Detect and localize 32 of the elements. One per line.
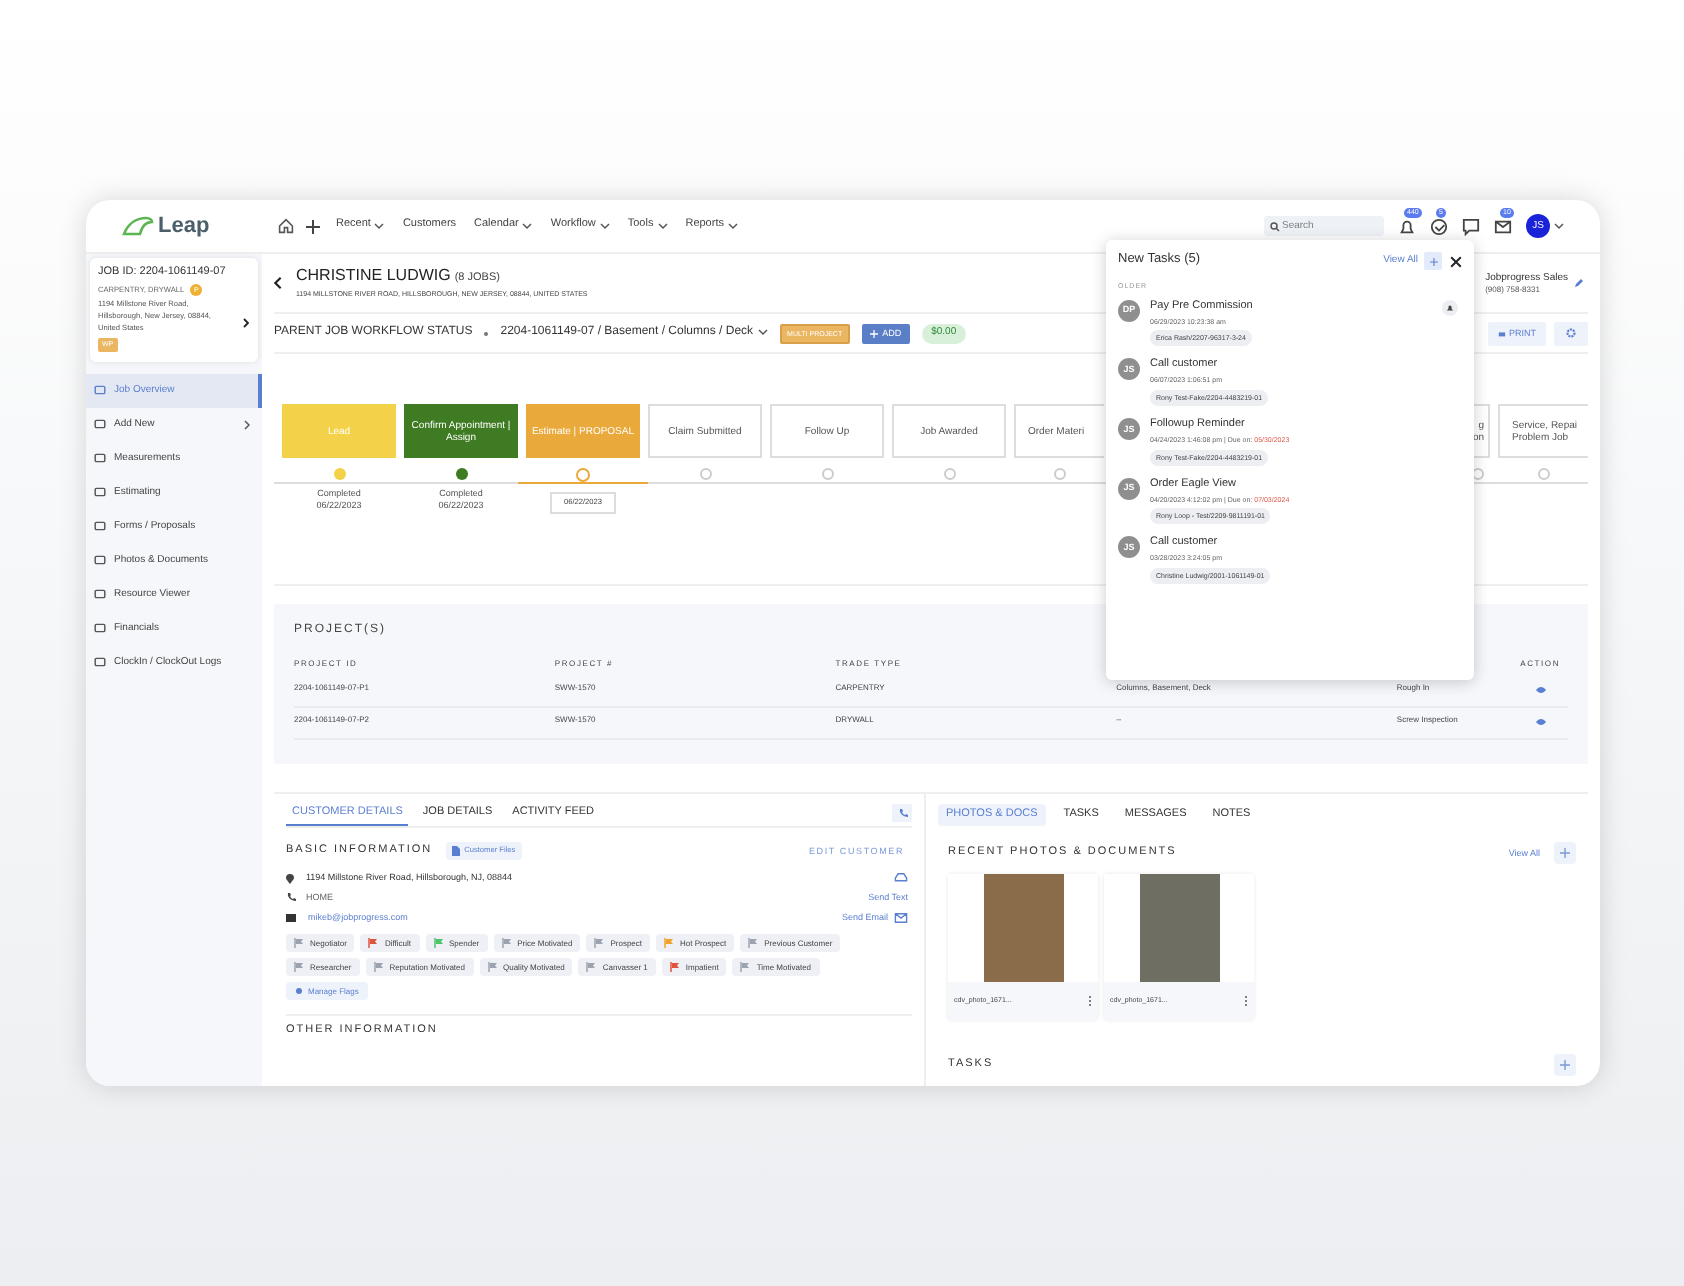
chat-icon[interactable] [1462, 217, 1480, 235]
photo-placeholder [1139, 874, 1219, 982]
add-task-button[interactable] [1554, 1054, 1576, 1076]
chevron-down-icon [522, 221, 533, 230]
chevron-down-icon [727, 221, 738, 230]
chevron-down-icon [374, 221, 385, 230]
logo-text: Leap [158, 211, 210, 241]
home-icon[interactable] [278, 218, 294, 234]
chevron-right-icon[interactable] [242, 318, 250, 328]
phone-icon [897, 808, 907, 818]
call-button[interactable] [892, 804, 912, 822]
chevron-down-icon [1554, 222, 1564, 230]
close-icon[interactable] [1450, 255, 1462, 267]
pencil-icon[interactable] [1574, 278, 1584, 288]
location-pin-icon [286, 873, 294, 883]
chevron-down-icon [757, 328, 768, 337]
customer-name: CHRISTINE LUDWIG [296, 266, 451, 287]
printer-icon [1497, 329, 1505, 337]
chevron-right-icon [244, 419, 250, 430]
chevron-down-icon [599, 221, 610, 230]
file-icon [452, 846, 461, 856]
reminder-button[interactable] [1442, 299, 1458, 316]
current-stage-line [518, 482, 648, 484]
phone-icon [286, 892, 296, 902]
mail-icon[interactable] [1494, 217, 1512, 235]
chevron-down-icon [657, 221, 668, 230]
add-button[interactable] [1554, 842, 1576, 864]
check-circle-icon[interactable] [1430, 217, 1448, 235]
photo-placeholder [983, 874, 1063, 982]
search-icon [1270, 221, 1280, 231]
settings-icon [1566, 328, 1576, 338]
settings-button[interactable] [1554, 321, 1588, 345]
